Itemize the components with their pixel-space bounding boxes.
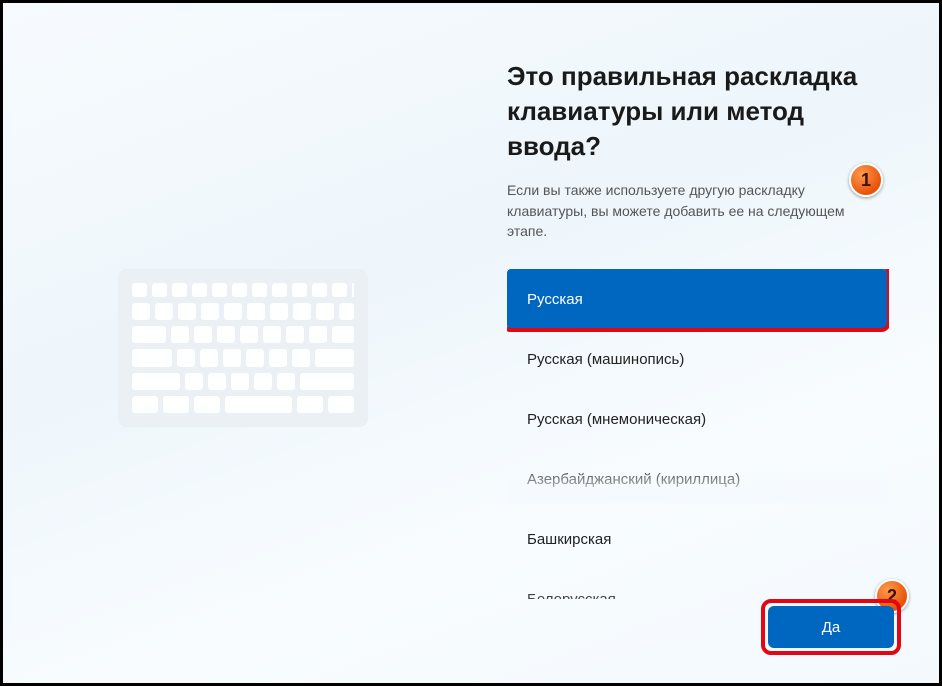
layout-label: Азербайджанский (кириллица) [527,471,740,488]
layout-option-belarusian[interactable]: Белорусская [507,569,887,599]
layout-label: Русская (машинопись) [527,351,684,368]
layout-option-russian-typewriter[interactable]: Русская (машинопись) [507,329,887,389]
layout-option-azerbaijani-cyrillic[interactable]: Азербайджанский (кириллица) [507,449,887,509]
page-title: Это правильная раскладка клавиатуры или … [507,59,889,164]
layout-label: Белорусская [527,591,616,600]
keyboard-layout-list: Русская Русская (машинопись) Русская (мн… [507,269,887,599]
layout-option-russian-mnemonic[interactable]: Русская (мнемоническая) [507,389,887,449]
page-subtext: Если вы также используете другую расклад… [507,180,887,241]
keyboard-icon [118,269,368,427]
layout-label: Русская (мнемоническая) [527,411,706,428]
layout-label: Башкирская [527,531,611,548]
yes-button[interactable]: Да [768,606,894,648]
layout-label: Русская [527,291,583,308]
layout-option-russian[interactable]: Русская [507,269,887,329]
layout-option-bashkir[interactable]: Башкирская [507,509,887,569]
